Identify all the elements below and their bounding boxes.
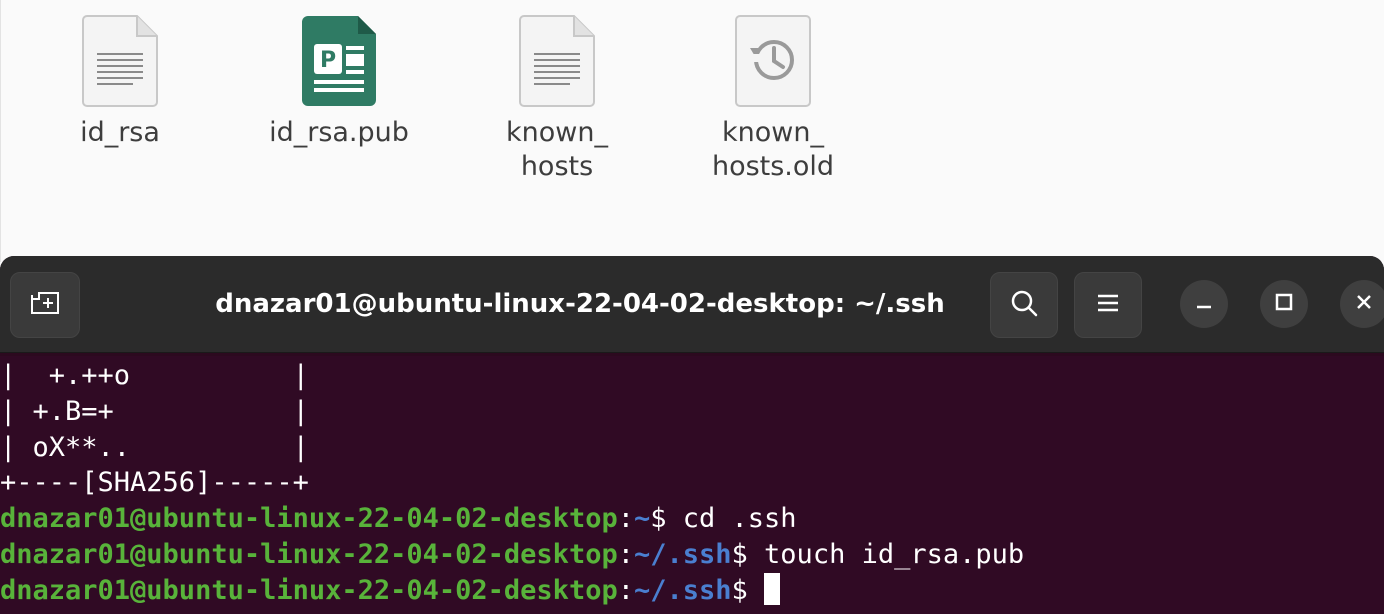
prompt-separator: : xyxy=(617,538,634,570)
file-name-label: known_ hosts xyxy=(506,117,608,182)
prompt-dollar: $ xyxy=(731,538,765,570)
key-art-line: | +.B=+ | xyxy=(0,395,309,427)
prompt-user-host: dnazar01@ubuntu-linux-22-04-02-desktop xyxy=(0,574,618,606)
prompt-separator: : xyxy=(617,574,634,606)
publisher-file-icon: P xyxy=(300,14,378,108)
key-art-line: +----[SHA256]-----+ xyxy=(0,467,309,499)
file-item-known-hosts[interactable]: known_ hosts xyxy=(482,14,632,184)
prompt-path: ~/.ssh xyxy=(633,538,732,570)
backup-file-icon xyxy=(734,14,812,108)
file-name-label: id_rsa.pub xyxy=(269,117,409,148)
search-icon xyxy=(1009,288,1039,322)
file-item-id-rsa-pub[interactable]: P id_rsa.pub xyxy=(264,14,414,150)
minimize-button[interactable] xyxy=(1180,280,1228,328)
terminal-output[interactable]: | +.++o | | +.B=+ | | oX**.. | +----[SHA… xyxy=(0,356,1384,614)
file-name-label: known_ hosts.old xyxy=(711,117,835,182)
new-tab-button[interactable] xyxy=(10,272,80,338)
minimize-icon xyxy=(1194,292,1214,316)
new-tab-icon xyxy=(29,289,61,321)
terminal-title: dnazar01@ubuntu-linux-22-04-02-desktop: … xyxy=(215,289,945,319)
hamburger-menu-icon xyxy=(1096,292,1120,318)
maximize-icon xyxy=(1274,292,1294,316)
prompt-dollar: $ xyxy=(650,503,683,535)
file-item-id-rsa[interactable]: id_rsa xyxy=(45,14,195,150)
prompt-separator: : xyxy=(617,503,634,535)
command-text: cd .ssh xyxy=(682,503,797,535)
command-text: touch id_rsa.pub xyxy=(764,538,1025,570)
file-item-known-hosts-old[interactable]: known_ hosts.old xyxy=(698,14,848,184)
search-button[interactable] xyxy=(990,272,1058,338)
prompt-path: ~ xyxy=(633,503,651,535)
desktop-screen: id_rsa P id_rsa.pub known_ hosts known_ … xyxy=(0,0,1384,614)
prompt-path: ~/.ssh xyxy=(633,574,732,606)
close-button[interactable] xyxy=(1340,280,1384,328)
prompt-dollar: $ xyxy=(731,574,765,606)
prompt-line-active[interactable]: dnazar01@ubuntu-linux-22-04-02-desktop:~… xyxy=(0,572,1384,609)
text-file-icon xyxy=(81,14,159,108)
text-file-icon xyxy=(518,14,596,108)
file-name-label: id_rsa xyxy=(80,117,160,148)
svg-text:P: P xyxy=(320,48,336,73)
key-art-line: | +.++o | xyxy=(0,360,309,391)
terminal-window[interactable]: dnazar01@ubuntu-linux-22-04-02-desktop: … xyxy=(0,256,1384,614)
prompt-user-host: dnazar01@ubuntu-linux-22-04-02-desktop xyxy=(0,503,618,535)
prompt-user-host: dnazar01@ubuntu-linux-22-04-02-desktop xyxy=(0,538,618,570)
maximize-button[interactable] xyxy=(1260,280,1308,328)
text-cursor xyxy=(764,572,781,605)
key-art-line: | oX**.. | xyxy=(0,431,309,463)
prompt-line: dnazar01@ubuntu-linux-22-04-02-desktop:~… xyxy=(0,537,1384,573)
prompt-line: dnazar01@ubuntu-linux-22-04-02-desktop:~… xyxy=(0,501,1384,537)
file-manager-view: id_rsa P id_rsa.pub known_ hosts known_ … xyxy=(0,0,1384,262)
terminal-titlebar[interactable]: dnazar01@ubuntu-linux-22-04-02-desktop: … xyxy=(0,256,1384,353)
close-icon xyxy=(1354,292,1374,316)
menu-button[interactable] xyxy=(1074,272,1142,338)
